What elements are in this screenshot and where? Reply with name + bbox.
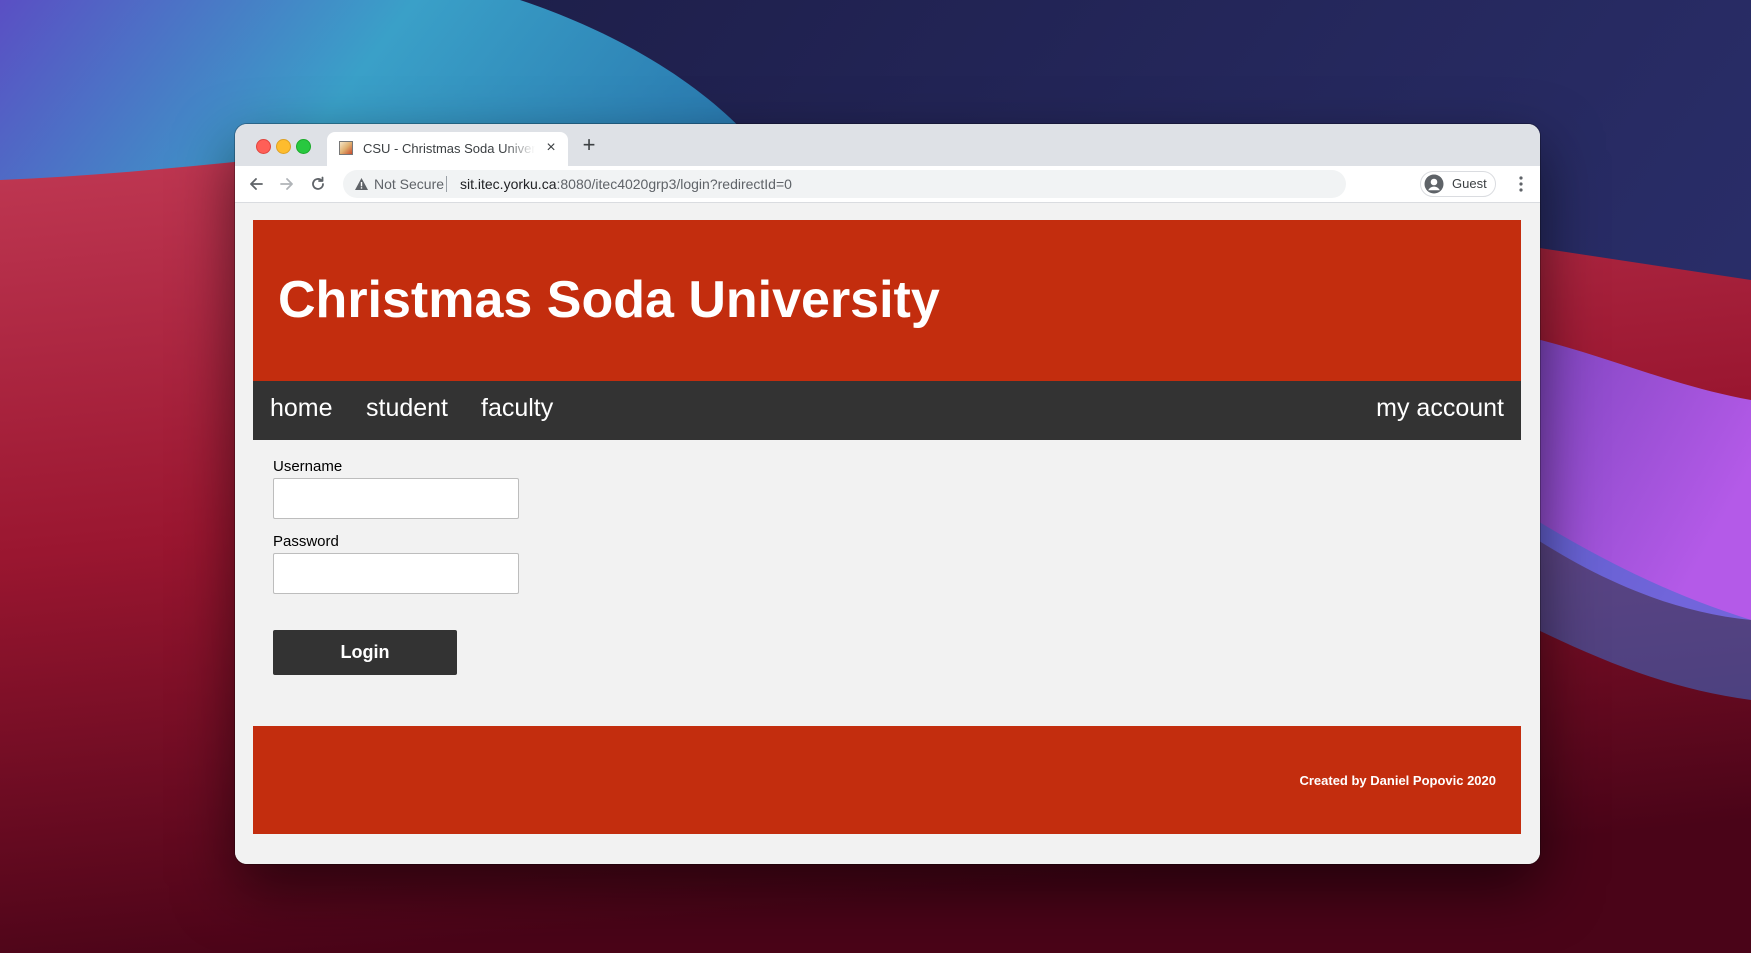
url-host: sit.itec.yorku.ca [460, 176, 557, 192]
site-title: Christmas Soda University [278, 271, 940, 329]
password-label: Password [273, 533, 339, 550]
tab-strip: CSU - Christmas Soda University × + [235, 124, 1540, 166]
user-avatar-icon [1424, 174, 1444, 199]
reload-icon[interactable] [306, 172, 330, 196]
site-footer: Created by Daniel Popovic 2020 [253, 726, 1521, 834]
kebab-menu-icon[interactable] [1514, 172, 1528, 196]
username-input[interactable] [273, 478, 519, 519]
tab-title: CSU - Christmas Soda University [363, 141, 535, 156]
url-path: :8080/itec4020grp3/login?redirectId=0 [556, 176, 792, 192]
browser-tab[interactable]: CSU - Christmas Soda University × [327, 132, 568, 166]
nav-link-my-account[interactable]: my account [1376, 394, 1504, 423]
browser-window: CSU - Christmas Soda University × + Not … [235, 124, 1540, 864]
desktop: CSU - Christmas Soda University × + Not … [0, 0, 1751, 953]
arrow-right-icon[interactable] [275, 172, 299, 196]
login-button[interactable]: Login [273, 630, 457, 675]
address-divider [446, 176, 447, 192]
site-navigation: home student faculty my account [253, 381, 1521, 440]
footer-credit: Created by Daniel Popovic 2020 [1299, 773, 1496, 788]
zoom-window-button[interactable] [296, 139, 311, 154]
profile-button[interactable]: Guest [1420, 171, 1496, 197]
username-label: Username [273, 458, 343, 475]
favicon-icon [339, 141, 353, 155]
minimize-window-button[interactable] [276, 139, 291, 154]
address-bar[interactable]: Not Secure sit.itec.yorku.ca:8080/itec40… [343, 170, 1346, 198]
page-viewport: Christmas Soda University home student f… [235, 203, 1540, 864]
login-form: Username Password Login [273, 458, 573, 698]
site-header: Christmas Soda University [253, 220, 1521, 381]
security-status[interactable]: Not Secure [374, 176, 444, 192]
nav-link-home[interactable]: home [270, 394, 333, 423]
new-tab-icon[interactable]: + [579, 134, 599, 156]
close-window-button[interactable] [256, 139, 271, 154]
password-input[interactable] [273, 553, 519, 594]
nav-link-student[interactable]: student [366, 394, 448, 423]
tab-close-icon[interactable]: × [543, 140, 559, 156]
browser-toolbar: Not Secure sit.itec.yorku.ca:8080/itec40… [235, 166, 1540, 203]
warning-triangle-icon [354, 177, 369, 196]
url-text[interactable]: sit.itec.yorku.ca:8080/itec4020grp3/logi… [460, 176, 792, 192]
nav-link-faculty[interactable]: faculty [481, 394, 553, 423]
profile-name: Guest [1452, 176, 1487, 191]
arrow-left-icon[interactable] [244, 172, 268, 196]
